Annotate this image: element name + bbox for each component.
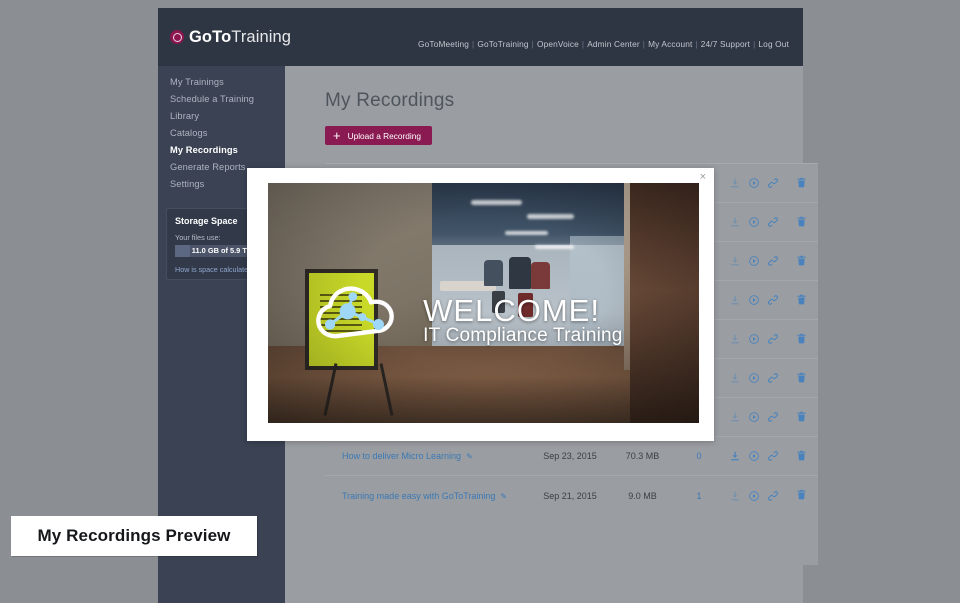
screenshot-root: GoToTraining GoToMeeting|GoToTraining|Op…	[0, 0, 960, 603]
recording-preview-modal: ×	[247, 168, 714, 441]
close-icon[interactable]: ×	[700, 170, 706, 184]
video-preview[interactable]: WELCOME! IT Compliance Training	[268, 183, 699, 423]
caption-text: My Recordings Preview	[38, 526, 231, 546]
caption-box: My Recordings Preview	[11, 516, 257, 556]
video-welcome-text: WELCOME!	[423, 293, 600, 329]
modal-overlay: ×	[0, 0, 960, 603]
cloud-network-logo	[311, 279, 399, 345]
video-subtitle-text: IT Compliance Training	[423, 325, 622, 347]
